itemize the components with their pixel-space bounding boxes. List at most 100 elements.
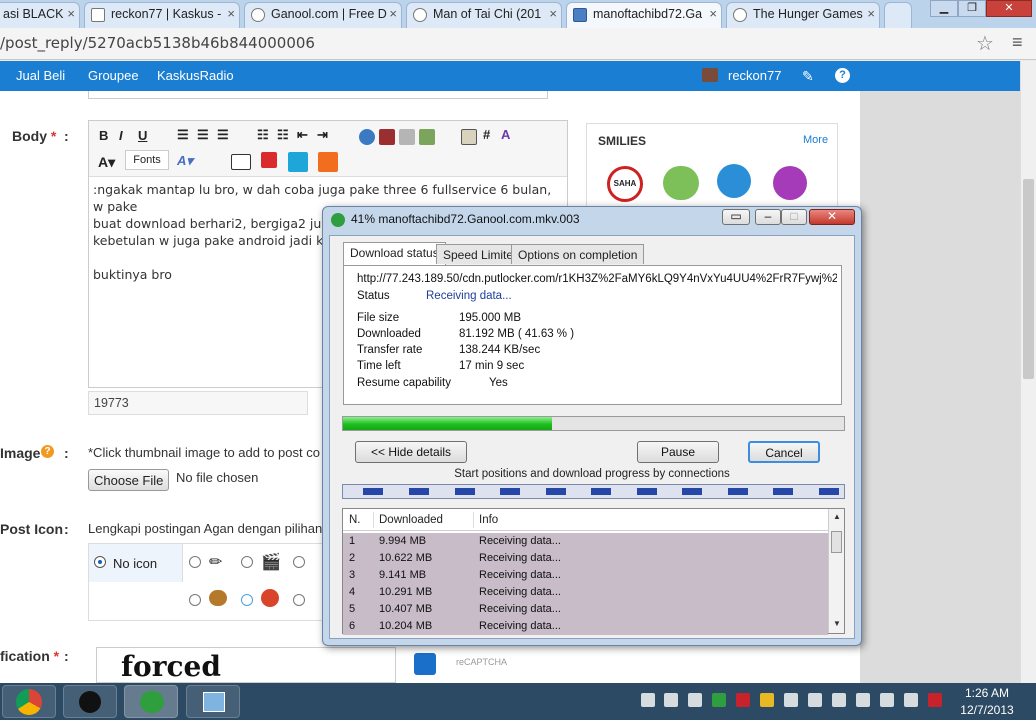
dialog-close-button[interactable]: ✕ <box>809 209 855 225</box>
hide-details-button[interactable]: << Hide details <box>355 441 467 463</box>
scroll-up-icon[interactable]: ▲ <box>833 512 841 521</box>
close-icon[interactable]: × <box>227 6 235 21</box>
bold-button[interactable]: B <box>99 128 108 143</box>
radio-button[interactable] <box>241 556 253 568</box>
fonts-dropdown[interactable]: Fonts <box>125 150 169 170</box>
idm-tray-icon[interactable] <box>712 693 726 707</box>
help-icon[interactable]: ? <box>835 68 850 83</box>
column-header[interactable]: Info <box>479 514 498 526</box>
close-icon[interactable]: × <box>549 6 557 21</box>
control-panel-taskbar-icon[interactable] <box>186 685 240 718</box>
no-icon-cell[interactable]: No icon <box>89 544 183 582</box>
chrome-taskbar-icon[interactable] <box>2 685 56 718</box>
nav-item-groupee[interactable]: Groupee <box>88 68 139 83</box>
radio-button[interactable] <box>293 556 305 568</box>
outdent-icon[interactable]: ⇤ <box>297 127 308 143</box>
list-item[interactable]: 5 10.407 MB Receiving data... <box>343 601 828 618</box>
soundcloud-icon[interactable] <box>318 152 338 172</box>
username[interactable]: reckon77 <box>728 68 781 83</box>
nav-item-jual-beli[interactable]: Jual Beli <box>16 68 65 83</box>
indent-icon[interactable]: ⇥ <box>317 127 328 143</box>
close-icon[interactable]: × <box>709 6 717 21</box>
column-header[interactable]: N. <box>349 514 361 526</box>
pause-button[interactable]: Pause <box>637 441 719 463</box>
help-icon[interactable]: ? <box>41 445 54 458</box>
browser-tab-active[interactable]: manoftachibd72.Ga × <box>566 2 722 28</box>
new-tab-button[interactable] <box>884 2 912 28</box>
spoiler-icon[interactable] <box>231 154 251 170</box>
choose-file-button[interactable]: Choose File <box>88 469 170 491</box>
radio-selected[interactable] <box>94 556 106 568</box>
avatar[interactable] <box>702 68 718 82</box>
tab-download-status[interactable]: Download status <box>343 242 446 265</box>
vimeo-icon[interactable] <box>288 152 308 172</box>
maximize-button[interactable]: ❐ <box>958 0 986 17</box>
browser-tab[interactable]: Ganool.com | Free D × <box>244 2 402 28</box>
smilies-more-link[interactable]: More <box>803 134 828 146</box>
unlink-icon[interactable] <box>379 129 395 145</box>
radio-button[interactable] <box>241 594 253 606</box>
font-size-icon[interactable]: A▾ <box>177 153 193 169</box>
align-right-icon[interactable]: ☰ <box>217 127 229 143</box>
list-item[interactable]: 1 9.994 MB Receiving data... <box>343 533 828 550</box>
scrollbar-thumb[interactable] <box>1023 179 1034 379</box>
numbered-list-icon[interactable]: ☷ <box>277 127 289 143</box>
link-icon[interactable] <box>359 129 375 145</box>
list-scrollbar[interactable]: ▲ ▼ <box>828 509 844 633</box>
hash-icon[interactable]: # <box>483 127 490 142</box>
dialog-minimize-button[interactable]: – <box>755 209 781 225</box>
smiley-saha[interactable]: SAHA <box>607 166 643 202</box>
align-left-icon[interactable]: ☰ <box>177 127 189 143</box>
smiley-purple[interactable] <box>773 166 807 200</box>
radio-button[interactable] <box>293 594 305 606</box>
tray-icon[interactable] <box>784 693 798 707</box>
nav-item-kaskusradio[interactable]: KaskusRadio <box>157 68 234 83</box>
radio-button[interactable] <box>189 556 201 568</box>
list-item[interactable]: 3 9.141 MB Receiving data... <box>343 567 828 584</box>
list-item[interactable]: 2 10.622 MB Receiving data... <box>343 550 828 567</box>
cancel-button[interactable]: Cancel <box>748 441 820 463</box>
idm-taskbar-icon[interactable] <box>124 685 178 718</box>
flag-icon[interactable] <box>928 693 942 707</box>
tray-icon[interactable] <box>760 693 774 707</box>
bullet-list-icon[interactable]: ☷ <box>257 127 269 143</box>
strike-a-icon[interactable]: A <box>501 127 510 142</box>
font-color-icon[interactable]: A▾ <box>98 154 115 171</box>
browser-tab[interactable]: asi BLACK × <box>0 2 80 28</box>
tray-icon[interactable] <box>641 693 655 707</box>
close-icon[interactable]: × <box>67 6 75 21</box>
tray-icon[interactable] <box>688 693 702 707</box>
radio-button[interactable] <box>189 594 201 606</box>
dialog-tray-button[interactable]: ▭ <box>722 209 750 225</box>
underline-button[interactable]: U <box>138 128 147 143</box>
network-icon[interactable] <box>880 693 894 707</box>
browser-tab[interactable]: Man of Tai Chi (201 × <box>406 2 562 28</box>
tray-icon[interactable] <box>808 693 822 707</box>
list-item[interactable]: 6 10.204 MB Receiving data... <box>343 618 828 635</box>
minimize-button[interactable]: ▁ <box>930 0 958 17</box>
edit-pencil-icon[interactable]: ✎ <box>802 68 814 85</box>
scrollbar-thumb[interactable] <box>831 531 842 553</box>
bookmark-star-icon[interactable]: ☆ <box>976 31 994 56</box>
close-window-button[interactable]: ✕ <box>986 0 1032 17</box>
smiley-green[interactable] <box>663 166 699 200</box>
url-field[interactable]: /post_reply/5270acb5138b46b844000006 <box>0 34 315 52</box>
volume-icon[interactable] <box>856 693 870 707</box>
youtube-icon[interactable] <box>261 152 277 168</box>
acrobat-tray-icon[interactable] <box>736 693 750 707</box>
dialog-maximize-button[interactable]: □ <box>781 209 807 225</box>
align-center-icon[interactable]: ☰ <box>197 127 209 143</box>
email-icon[interactable] <box>399 129 415 145</box>
quote-icon[interactable] <box>461 129 477 145</box>
image-icon[interactable] <box>419 129 435 145</box>
column-header[interactable]: Downloaded <box>379 514 443 526</box>
tray-icon[interactable] <box>664 693 678 707</box>
close-icon[interactable]: × <box>389 6 397 21</box>
clock-date[interactable]: 12/7/2013 <box>952 703 1022 717</box>
browser-tab[interactable]: The Hunger Games × <box>726 2 880 28</box>
italic-button[interactable]: I <box>119 128 123 143</box>
clock-time[interactable]: 1:26 AM <box>952 686 1022 700</box>
captcha-refresh-icon[interactable] <box>414 653 436 675</box>
close-icon[interactable]: × <box>867 6 875 21</box>
tab-options-on-completion[interactable]: Options on completion <box>511 244 645 264</box>
